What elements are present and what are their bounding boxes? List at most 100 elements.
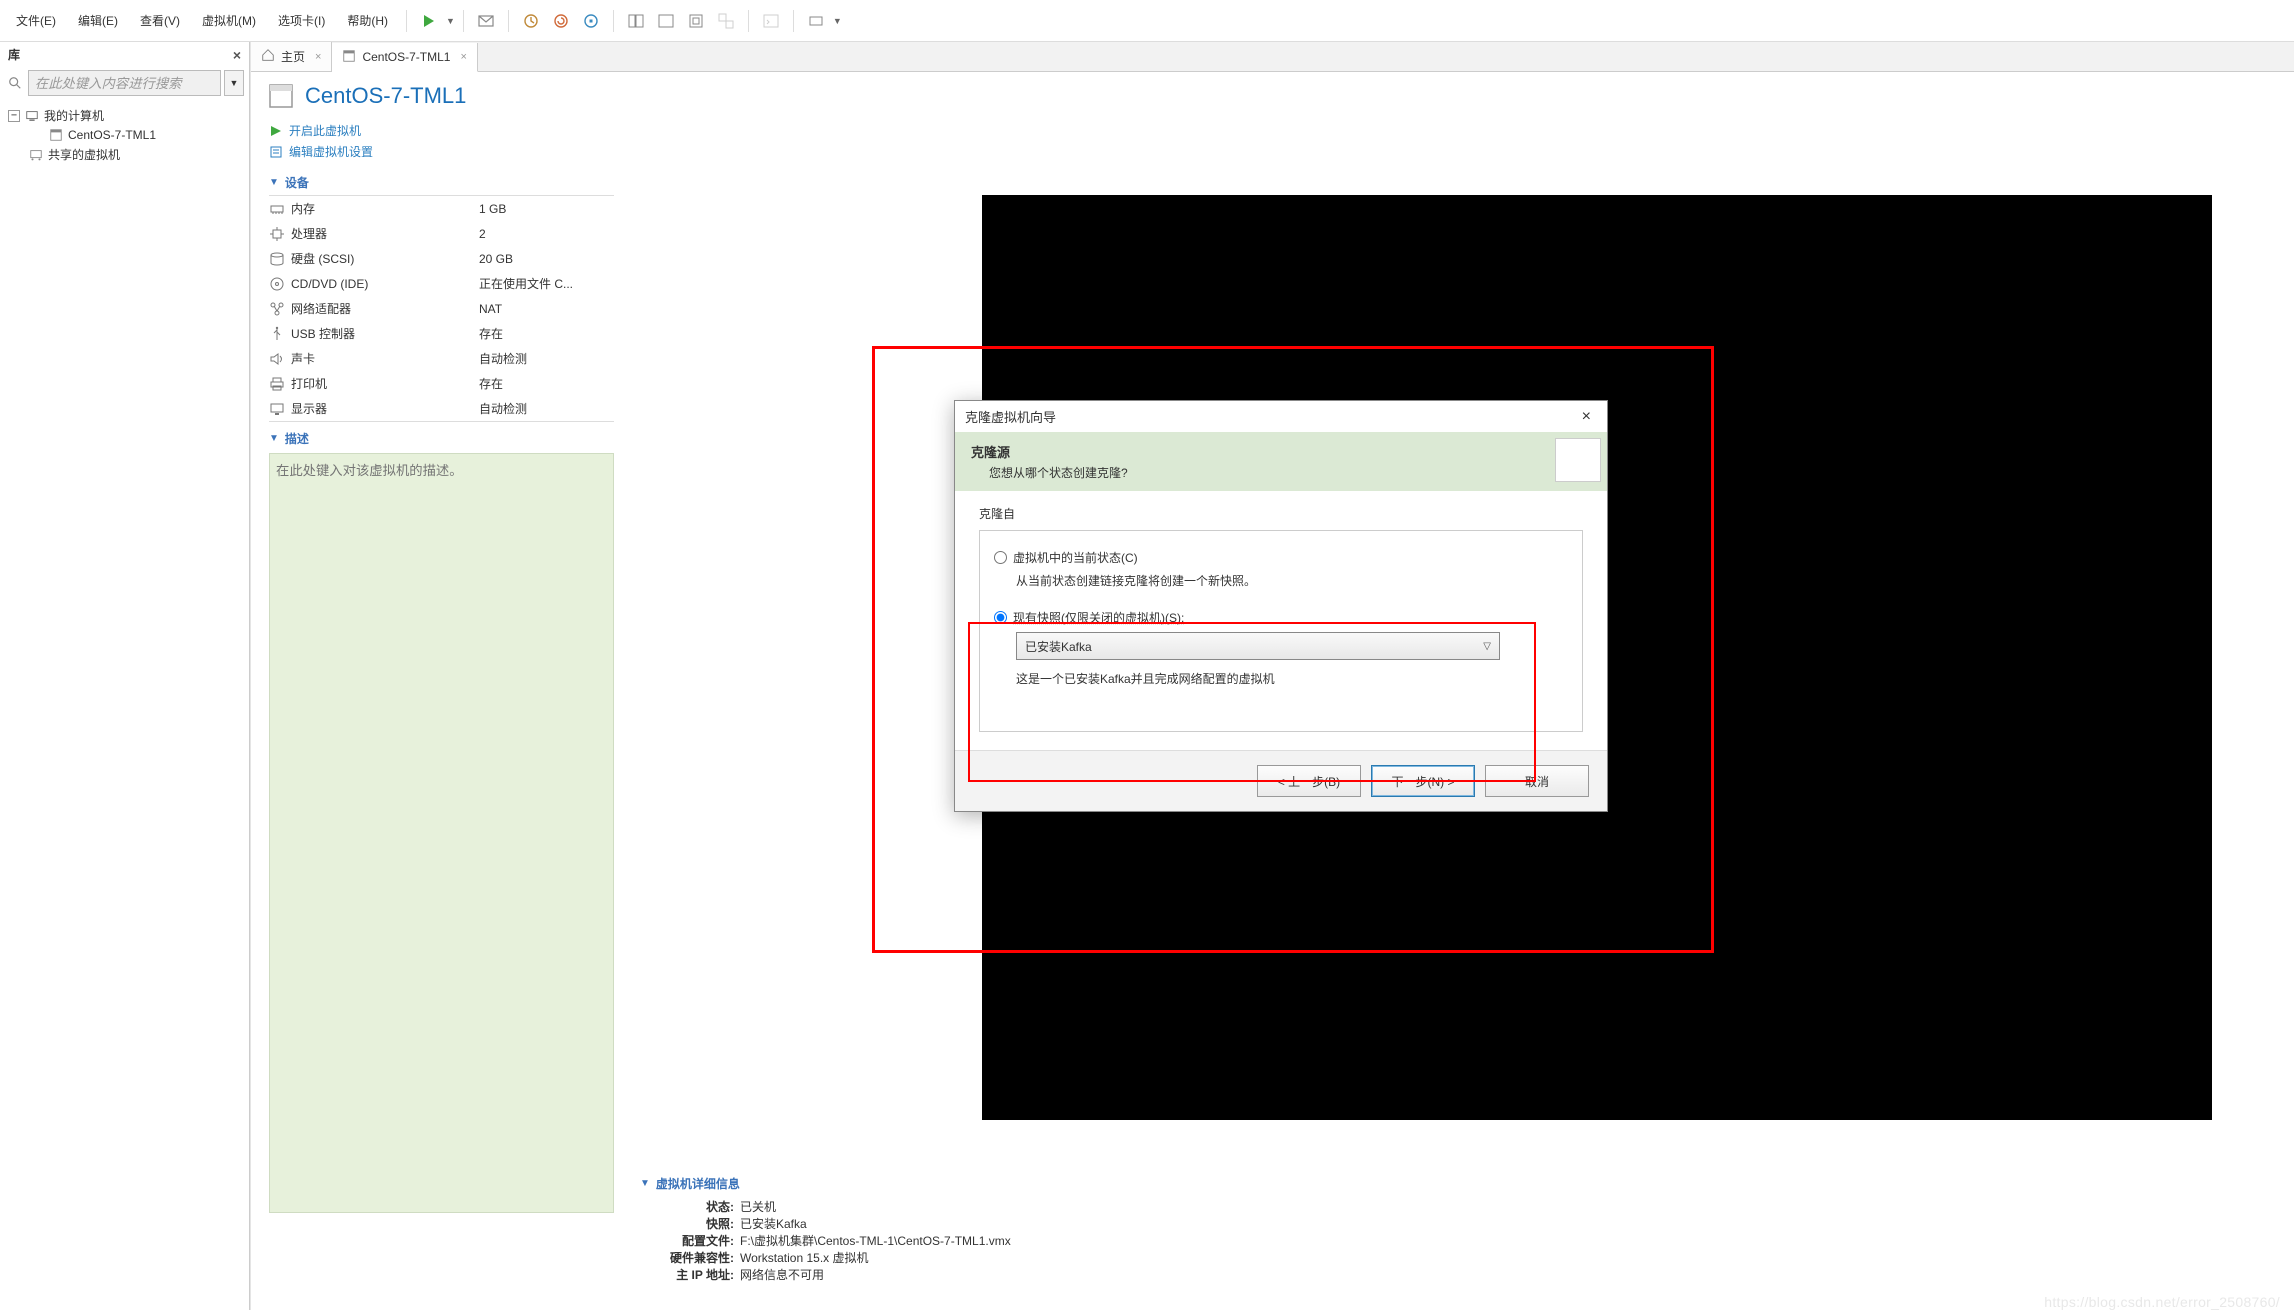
- toolbar-stretch-dropdown[interactable]: ▼: [833, 16, 842, 26]
- menu-tabs[interactable]: 选项卡(I): [268, 6, 335, 35]
- action-power-on-vm[interactable]: 开启此虚拟机: [269, 120, 2276, 141]
- tree-node-shared-vms[interactable]: 共享的虚拟机: [4, 144, 245, 165]
- radio-current-description: 从当前状态创建链接克隆将创建一个新快照。: [994, 572, 1568, 589]
- device-row-cpu[interactable]: 处理器2: [269, 221, 614, 246]
- detail-row-config-file: 配置文件:F:\虚拟机集群\Centos-TML-1\CentOS-7-TML1…: [640, 1232, 1011, 1249]
- home-icon: [261, 48, 275, 65]
- tree-node-vm-centos[interactable]: CentOS-7-TML1: [4, 126, 245, 144]
- tree-node-my-computer[interactable]: − 我的计算机: [4, 105, 245, 126]
- radio-input[interactable]: [994, 611, 1007, 624]
- network-icon: [269, 301, 285, 317]
- tab-bar: 主页 × CentOS-7-TML1 ×: [251, 42, 2294, 72]
- toolbar-send-icon[interactable]: [472, 7, 500, 35]
- device-row-sound[interactable]: 声卡自动检测: [269, 346, 614, 371]
- tree-collapse-icon[interactable]: −: [8, 110, 20, 122]
- toolbar-view-thumbnails-icon[interactable]: [622, 7, 650, 35]
- library-title: 库: [8, 46, 20, 63]
- detail-row-state: 状态:已关机: [640, 1198, 1011, 1215]
- section-title: 描述: [285, 430, 309, 447]
- action-edit-vm-settings[interactable]: 编辑虚拟机设置: [269, 141, 2276, 162]
- menu-view[interactable]: 查看(V): [130, 6, 190, 35]
- cd-icon: [269, 276, 285, 292]
- vm-title: CentOS-7-TML1: [305, 83, 466, 109]
- sound-icon: [269, 351, 285, 367]
- snapshot-description: 这是一个已安装Kafka并且完成网络配置的虚拟机: [994, 670, 1568, 687]
- device-row-memory[interactable]: 内存1 GB: [269, 196, 614, 221]
- dialog-banner: 克隆源 您想从哪个状态创建克隆?: [955, 432, 1607, 491]
- tab-close-icon[interactable]: ×: [460, 51, 466, 63]
- menu-vm[interactable]: 虚拟机(M): [192, 6, 266, 35]
- tab-label: CentOS-7-TML1: [362, 50, 450, 64]
- vm-icon: [342, 49, 356, 66]
- chevron-down-icon: ▽: [1483, 641, 1491, 652]
- devices-section-header[interactable]: ▼设备: [251, 166, 2294, 195]
- tab-close-icon[interactable]: ×: [315, 51, 321, 63]
- printer-icon: [269, 376, 285, 392]
- toolbar-unity-icon[interactable]: [712, 7, 740, 35]
- tree-label: CentOS-7-TML1: [68, 128, 156, 142]
- toolbar-snapshot-revert-icon[interactable]: [547, 7, 575, 35]
- clone-wizard-dialog: 克隆虚拟机向导 × 克隆源 您想从哪个状态创建克隆? 克隆自 虚拟机中的当前状态…: [954, 400, 1608, 812]
- combobox-value: 已安装Kafka: [1025, 638, 1092, 655]
- display-icon: [269, 401, 285, 417]
- radio-label: 现有快照(仅限关闭的虚拟机)(S):: [1013, 609, 1184, 626]
- vm-description-textarea[interactable]: [269, 453, 614, 1213]
- toolbar-play-button[interactable]: [415, 7, 443, 35]
- wizard-next-button[interactable]: 下一步(N) >: [1371, 765, 1475, 797]
- dialog-title: 克隆虚拟机向导: [965, 407, 1056, 426]
- library-search-input[interactable]: [28, 70, 221, 96]
- settings-icon: [269, 145, 283, 159]
- menu-bar: 文件(E) 编辑(E) 查看(V) 虚拟机(M) 选项卡(I) 帮助(H) ▼ …: [0, 0, 2294, 42]
- usb-icon: [269, 326, 285, 342]
- toolbar-play-dropdown[interactable]: ▼: [446, 16, 455, 26]
- device-row-network[interactable]: 网络适配器NAT: [269, 296, 614, 321]
- menu-edit[interactable]: 编辑(E): [68, 6, 128, 35]
- vm-large-icon: [267, 82, 295, 110]
- device-row-cddvd[interactable]: CD/DVD (IDE)正在使用文件 C...: [269, 271, 614, 296]
- action-label: 编辑虚拟机设置: [289, 143, 373, 160]
- menu-help[interactable]: 帮助(H): [337, 6, 398, 35]
- disk-icon: [269, 251, 285, 267]
- device-row-display[interactable]: 显示器自动检测: [269, 396, 614, 421]
- details-header[interactable]: ▼虚拟机详细信息: [640, 1175, 1011, 1192]
- detail-row-snapshot: 快照:已安装Kafka: [640, 1215, 1011, 1232]
- snapshot-combobox[interactable]: 已安装Kafka ▽: [1016, 632, 1500, 660]
- toolbar-snapshot-clock-icon[interactable]: [517, 7, 545, 35]
- search-icon: [5, 70, 25, 96]
- tree-label: 我的计算机: [44, 107, 104, 124]
- play-icon: [269, 124, 283, 138]
- library-panel: 库 × ▼ − 我的计算机 CentOS-7-TML1 共享的虚拟机: [0, 42, 250, 1310]
- toolbar-fullscreen-icon[interactable]: [682, 7, 710, 35]
- device-row-disk[interactable]: 硬盘 (SCSI)20 GB: [269, 246, 614, 271]
- library-search-dropdown[interactable]: ▼: [224, 70, 244, 96]
- wizard-cancel-button[interactable]: 取消: [1485, 765, 1589, 797]
- toolbar-view-single-icon[interactable]: [652, 7, 680, 35]
- menu-file[interactable]: 文件(E): [6, 6, 66, 35]
- computer-icon: [24, 109, 40, 123]
- toolbar-stretch-icon[interactable]: [802, 7, 830, 35]
- radio-current-state[interactable]: 虚拟机中的当前状态(C): [994, 549, 1568, 566]
- device-row-printer[interactable]: 打印机存在: [269, 371, 614, 396]
- toolbar-console-icon[interactable]: [757, 7, 785, 35]
- detail-row-hw-compat: 硬件兼容性:Workstation 15.x 虚拟机: [640, 1249, 1011, 1266]
- radio-input[interactable]: [994, 551, 1007, 564]
- wizard-back-button[interactable]: < 上一步(B): [1257, 765, 1361, 797]
- library-close-button[interactable]: ×: [233, 47, 241, 63]
- tab-vm-centos[interactable]: CentOS-7-TML1 ×: [332, 43, 477, 72]
- tree-label: 共享的虚拟机: [48, 146, 120, 163]
- action-label: 开启此虚拟机: [289, 122, 361, 139]
- watermark-text: https://blog.csdn.net/error_2508760/: [2044, 1294, 2280, 1310]
- tab-home[interactable]: 主页 ×: [251, 42, 332, 71]
- banner-title: 克隆源: [971, 442, 1591, 461]
- library-tree: − 我的计算机 CentOS-7-TML1 共享的虚拟机: [0, 99, 249, 171]
- section-title: 设备: [285, 174, 309, 191]
- vm-icon: [48, 128, 64, 142]
- toolbar-snapshot-manage-icon[interactable]: [577, 7, 605, 35]
- device-row-usb[interactable]: USB 控制器存在: [269, 321, 614, 346]
- tab-label: 主页: [281, 48, 305, 65]
- memory-icon: [269, 201, 285, 217]
- banner-subtitle: 您想从哪个状态创建克隆?: [971, 464, 1591, 481]
- dialog-close-button[interactable]: ×: [1576, 408, 1597, 426]
- radio-existing-snapshot[interactable]: 现有快照(仅限关闭的虚拟机)(S):: [994, 609, 1568, 626]
- banner-image: [1555, 438, 1601, 482]
